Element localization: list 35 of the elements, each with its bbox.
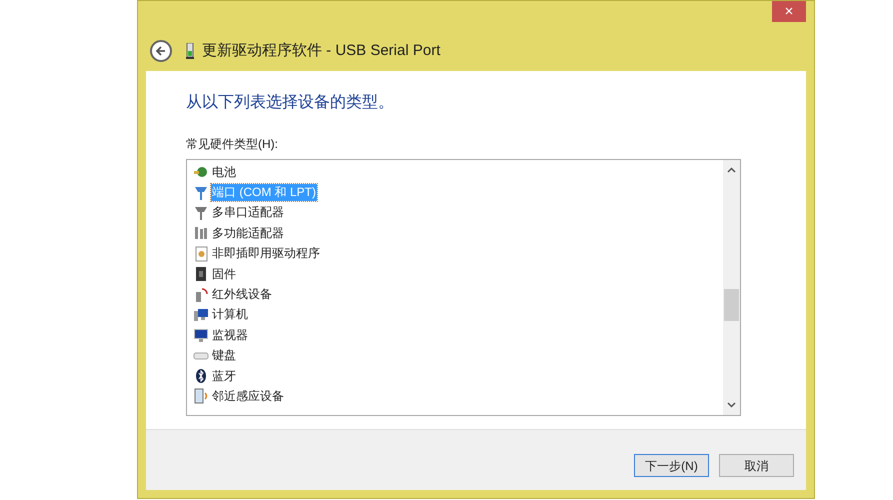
scrollbar-thumb[interactable] (724, 289, 739, 321)
list-item[interactable]: 蓝牙 (211, 368, 237, 385)
phone-icon (193, 388, 209, 404)
list-item[interactable]: 固件 (211, 266, 237, 283)
page-heading: 从以下列表选择设备的类型。 (186, 92, 395, 113)
computer-icon (193, 306, 209, 323)
list-item[interactable]: 监视器 (211, 326, 249, 344)
list-item[interactable]: 键盘 (211, 347, 237, 364)
list-label: 常见硬件类型(H): (186, 136, 279, 153)
bluetooth-icon (193, 368, 209, 384)
hardware-type-list[interactable]: 电池 端口 (COM 和 LPT) 多串口适配器 多功能适配器 非即插即用驱动程序 固件 红外线设备 计算机 监视器 键盘 蓝牙 邻近感应设备 (186, 159, 741, 416)
dialog-button[interactable]: 取消 (719, 454, 794, 477)
scroll-up-icon (727, 167, 736, 173)
adapter-icon (193, 225, 209, 242)
connector-icon (193, 204, 209, 221)
dialog-button[interactable]: 下一步(N) (634, 454, 709, 477)
monitor-icon (193, 327, 209, 344)
window-title: 更新驱动程序软件 - USB Serial Port (202, 40, 440, 61)
list-item[interactable]: 计算机 (211, 306, 249, 324)
scrollbar[interactable] (723, 160, 740, 415)
scroll-down-icon (727, 402, 736, 408)
list-item[interactable]: 多串口适配器 (211, 204, 285, 222)
infrared-icon (193, 286, 209, 303)
back-arrow-icon (155, 45, 167, 57)
chip-icon (193, 266, 209, 282)
list-item[interactable]: 多功能适配器 (211, 224, 285, 242)
close-button[interactable]: × (772, 1, 806, 22)
usb-device-icon (186, 43, 194, 59)
connector-icon (193, 184, 209, 201)
list-item[interactable]: 电池 (211, 164, 237, 181)
document-icon (193, 246, 209, 262)
back-button[interactable] (150, 40, 172, 62)
list-item[interactable]: 非即插即用驱动程序 (211, 245, 321, 262)
list-item[interactable]: 红外线设备 (211, 286, 273, 304)
list-item[interactable]: 邻近感应设备 (211, 388, 285, 405)
